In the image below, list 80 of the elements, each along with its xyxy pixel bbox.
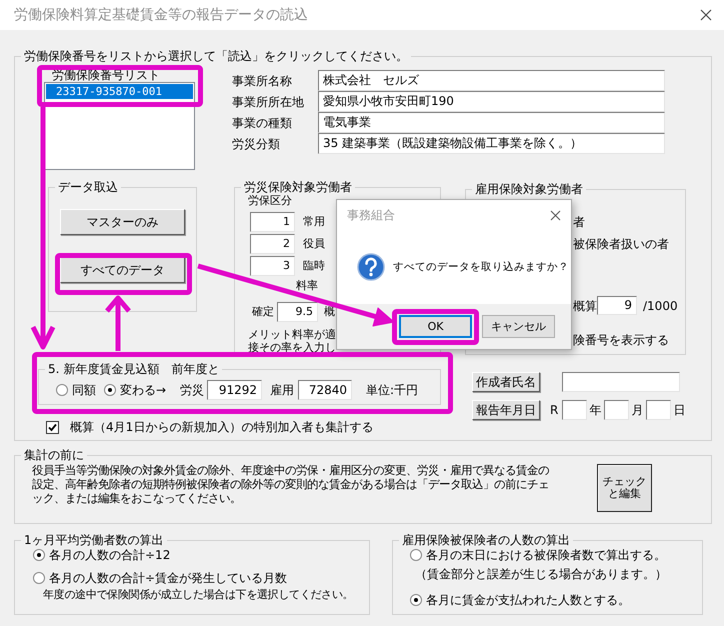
date-unit: 日 — [673, 403, 686, 417]
close-icon[interactable] — [550, 210, 561, 220]
category-label: 常用 — [303, 215, 325, 229]
checkbox-label[interactable]: 概算（4月1日からの新規加入）の特別加入者も集計する — [70, 420, 374, 434]
field-label: 労災 — [180, 383, 205, 397]
category-label: 臨時 — [303, 259, 325, 273]
section-label: 労保区分 — [248, 194, 292, 207]
radio-button[interactable] — [33, 572, 45, 584]
group-legend: 雇用保険被保険者の人数の算出 — [402, 533, 570, 547]
dialog-button[interactable]: キャンセル — [482, 315, 555, 338]
note-text: 年度の途中で保険関係が成立した場合は下を選択してください。 — [43, 588, 354, 601]
import-button[interactable]: すべてのデータ — [60, 257, 185, 283]
date-field[interactable] — [562, 400, 588, 420]
unit-label: 単位:千円 — [366, 383, 418, 397]
group-legend: 労災保険対象労働者 — [244, 180, 352, 194]
field-label: 雇用 — [270, 383, 295, 397]
group-legend: 5. 新年度賃金見込額 前年度と — [48, 362, 220, 376]
import-button[interactable]: マスターのみ — [60, 209, 185, 235]
amount-field[interactable]: 91292 — [207, 380, 262, 400]
radio-label[interactable]: 各月の人数の合計÷賃金が発生している月数 — [49, 571, 288, 585]
field-label: 労災分類 — [232, 136, 281, 150]
radio-label[interactable]: 同額 — [72, 383, 96, 397]
group-legend: 1ヶ月平均労働者数の算出 — [24, 533, 164, 547]
field-label: 事業所所在地 — [232, 94, 305, 108]
number-list[interactable]: 23317-935870-001 — [44, 82, 195, 170]
rate-field[interactable]: 9 — [597, 296, 637, 315]
rate-field[interactable]: 9.5 — [277, 302, 318, 322]
radio-button[interactable] — [33, 549, 45, 561]
category-label: 被保険者扱いの者 — [573, 237, 669, 251]
radio-button[interactable] — [104, 384, 116, 396]
text-field[interactable]: 愛知県小牧市安田町190 — [318, 91, 665, 112]
group-legend: 雇用保険対象労働者 — [475, 182, 583, 196]
date-unit: 月 — [631, 403, 644, 417]
report-date-button[interactable]: 報告年月日 — [472, 400, 540, 420]
check-edit-button[interactable]: チェックと編集 — [597, 464, 652, 512]
unit-label: /1000 — [643, 298, 678, 312]
field-label: 事業所名称 — [232, 74, 293, 88]
code-field[interactable]: 3 — [250, 256, 295, 276]
group-legend: 労働保険番号をリストから選択して「読込」をクリックしてください。 — [24, 49, 408, 63]
note-text: （賃金部分と誤差が生じる場合があります。） — [415, 567, 667, 581]
list-item[interactable]: 23317-935870-001 — [46, 84, 193, 99]
note-text: メリット料率が適 — [248, 328, 336, 341]
checkbox[interactable] — [46, 420, 59, 434]
text-field[interactable]: 電気事業 — [318, 112, 665, 133]
category-label: 者 — [573, 215, 585, 229]
close-icon[interactable] — [700, 9, 712, 21]
radio-label[interactable]: 各月の末日における被保険者数で算出する。 — [426, 548, 666, 562]
radio-button[interactable] — [56, 384, 68, 396]
date-field[interactable] — [604, 400, 630, 420]
radio-label[interactable]: 各月の人数の合計÷12 — [49, 548, 170, 562]
checkbox-label: 険番号を表示する — [573, 333, 669, 347]
author-button[interactable]: 作成者氏名 — [472, 372, 540, 392]
field-label: 概 — [324, 305, 335, 319]
dialog-button[interactable]: OK — [399, 315, 472, 338]
radio-button[interactable] — [410, 549, 422, 561]
dialog-title: 事務組合 — [347, 208, 395, 222]
field-label: 概算 — [573, 298, 597, 312]
amount-field[interactable]: 72840 — [298, 380, 352, 400]
radio-button[interactable] — [410, 594, 422, 606]
radio-label[interactable]: 各月に賃金が支払われた人数とする。 — [426, 593, 630, 607]
date-unit: 年 — [589, 403, 602, 417]
instruction-text: 役員手当等労働保険の対象外賃金の除外、年度途中の労保・雇用区分の変更、労災・雇用で異なる賃金の設定、高年齢免除者の短期特例被保険者の除外等の変則的な賃金がある場合は「データ取込」の前にチェック、または編集をおこなってください。 — [32, 464, 550, 507]
section-label: 料率 — [296, 279, 318, 292]
field-label: 事業の種類 — [232, 116, 293, 130]
text-field[interactable]: 35 建築事業（既設建築物設備工事業を除く。） — [318, 133, 665, 154]
radio-label[interactable]: 変わる→ — [120, 383, 166, 397]
arrow — [104, 296, 132, 354]
date-field[interactable] — [646, 400, 672, 420]
category-label: 役員 — [303, 237, 325, 251]
window-title: 労働保険料算定基礎賃金等の報告データの読込 — [14, 8, 308, 22]
code-field[interactable]: 2 — [250, 234, 295, 254]
era-label: R — [550, 403, 558, 417]
code-field[interactable]: 1 — [250, 212, 295, 232]
dialog-message: すべてのデータを取り込みますか？ — [393, 260, 569, 274]
group-legend: 集計の前に — [24, 448, 84, 462]
group-legend: データ取込 — [58, 180, 118, 194]
author-field[interactable] — [562, 372, 680, 392]
field-label: 確定 — [252, 305, 274, 319]
question-icon — [357, 253, 385, 281]
text-field[interactable]: 株式会社 セルズ — [318, 70, 665, 91]
